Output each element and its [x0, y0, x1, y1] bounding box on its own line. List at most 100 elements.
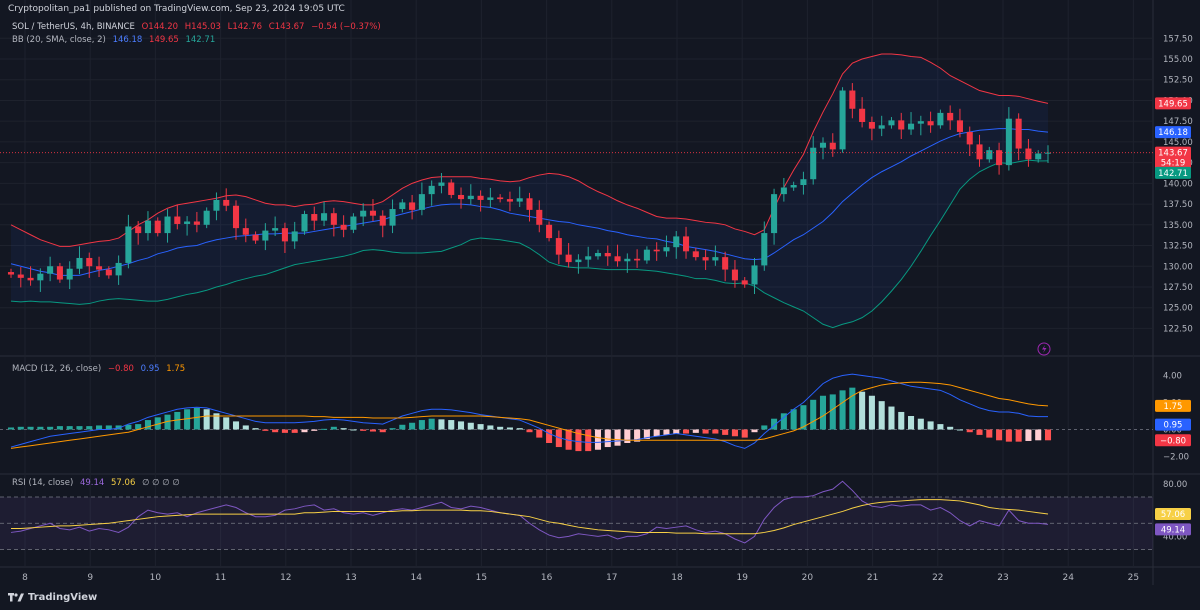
macd-hist-bar — [966, 429, 973, 433]
candle-body — [546, 224, 553, 239]
candle-body — [594, 252, 602, 257]
candle-body — [956, 120, 963, 132]
macd-tick-label: 4.00 — [1163, 372, 1182, 382]
candle-body — [585, 256, 592, 260]
candle-body — [986, 150, 993, 160]
price-tick-label: 127.50 — [1163, 283, 1193, 293]
macd-hist-bar — [193, 407, 200, 430]
candle-body — [321, 213, 328, 221]
x-tick-label: 16 — [541, 573, 553, 583]
candle-body — [487, 197, 494, 200]
candle-body — [96, 266, 103, 270]
candle-body — [301, 214, 308, 232]
macd-hist-bar — [506, 427, 513, 430]
candle-body — [888, 120, 895, 126]
bb-basis-label: 146.18 — [1158, 128, 1188, 138]
candle-body — [947, 112, 954, 121]
macd-hist-bar — [702, 429, 709, 434]
last-price-label: 143.67 — [1158, 149, 1188, 159]
price-tick-label: 152.50 — [1163, 76, 1193, 86]
candle-body — [105, 269, 112, 276]
macd-legend[interactable]: MACD (12, 26, close) −0.80 0.95 1.75 — [12, 364, 189, 374]
candle-body — [653, 249, 660, 252]
candle-body — [467, 195, 474, 200]
macd-hist-bar — [624, 429, 631, 443]
candle-body — [86, 257, 93, 267]
lightning-glyph — [1042, 345, 1047, 353]
x-tick-label: 20 — [802, 573, 814, 583]
candle-body — [272, 228, 279, 231]
candle-body — [242, 228, 249, 235]
macd-histogram — [7, 387, 1052, 452]
candle-body — [829, 142, 836, 150]
macd-hist-bar — [301, 429, 308, 433]
candle-body — [144, 220, 151, 234]
bb-legend[interactable]: BB (20, SMA, close, 2) 146.18 149.65 142… — [12, 35, 219, 45]
open-value: O144.20 — [141, 22, 179, 32]
close-value: C143.67 — [268, 22, 305, 32]
price-tick-label: 140.00 — [1163, 179, 1193, 189]
macd-hist-bar — [144, 420, 151, 430]
macd-hist-bar — [389, 428, 396, 430]
symbol-legend[interactable]: SOL / TetherUS, 4h, BINANCE O144.20 H145… — [12, 22, 385, 32]
candle-body — [624, 258, 631, 262]
macd-hist-bar — [614, 429, 621, 446]
candle-body — [281, 228, 288, 242]
x-tick-label: 23 — [997, 573, 1008, 583]
low-value: L142.76 — [227, 22, 263, 32]
candle-body — [340, 224, 347, 230]
macd-hist-bar — [340, 428, 347, 430]
symbol-name: SOL / TetherUS, 4h, BINANCE — [12, 22, 135, 32]
macd-hist-bar — [585, 429, 592, 452]
macd-hist-bar — [673, 429, 680, 434]
candle-body — [692, 251, 699, 258]
bb-upper-value: 149.65 — [149, 35, 179, 45]
macd-hist-bar — [868, 395, 875, 430]
macd-hist-bar — [761, 425, 768, 430]
rsi-ma-value: 57.06 — [111, 478, 136, 488]
candle-body — [1025, 148, 1032, 160]
candle-body — [66, 268, 73, 280]
chart-canvas[interactable]: 8 9 10 11 12 13 14 15 16 17 18 19 20 21 22 23 24 25 122.50… — [0, 0, 1200, 610]
macd-hist-bar — [497, 426, 504, 430]
rsi-ma-label: 57.06 — [1161, 510, 1185, 520]
macd-hist-bar — [692, 429, 699, 433]
candle-body — [174, 216, 181, 224]
candle-body — [311, 214, 318, 221]
candle-body — [330, 213, 337, 225]
rsi-legend[interactable]: RSI (14, close) 49.14 57.06 ∅ ∅ ∅ ∅ — [12, 478, 184, 488]
macd-hist-bar — [457, 421, 465, 430]
candle-body — [555, 238, 562, 255]
macd-hist-bar — [232, 421, 240, 430]
macd-hist-bar — [917, 418, 924, 430]
rsi-label: 49.14 — [1161, 525, 1185, 535]
macd-hist-bar — [56, 426, 63, 430]
price-tick-label: 147.50 — [1163, 117, 1193, 127]
candle-body — [819, 142, 827, 148]
price-tick-label: 130.00 — [1163, 262, 1193, 272]
candle-body — [369, 210, 377, 216]
macd-hist-bar — [379, 429, 386, 433]
candle-body — [252, 234, 259, 241]
macd-hist-bar — [976, 429, 983, 435]
change-value: −0.54 (−0.37%) — [311, 22, 381, 32]
price-tick-label: 137.50 — [1163, 200, 1193, 210]
candle-body — [565, 254, 572, 263]
macd-hist-bar — [467, 422, 474, 430]
rsi-label: RSI (14, close) — [12, 478, 74, 488]
macd-hist-bar — [1025, 429, 1032, 441]
candle-body — [878, 125, 885, 129]
candle-body — [917, 121, 924, 124]
macd-hist-bar — [790, 409, 797, 430]
macd-hist-bar — [546, 429, 553, 443]
macd-hist-bar — [360, 429, 367, 431]
high-value: H145.03 — [184, 22, 221, 32]
candle-body — [360, 210, 367, 217]
candle-body — [839, 90, 846, 150]
candle-body — [350, 216, 357, 230]
brand-name: TradingView — [28, 592, 98, 603]
macd-hist-bar — [1044, 429, 1052, 441]
macd-hist-bar — [859, 391, 866, 430]
macd-hist-bar — [1005, 429, 1012, 442]
macd-hist-bar — [242, 425, 249, 430]
